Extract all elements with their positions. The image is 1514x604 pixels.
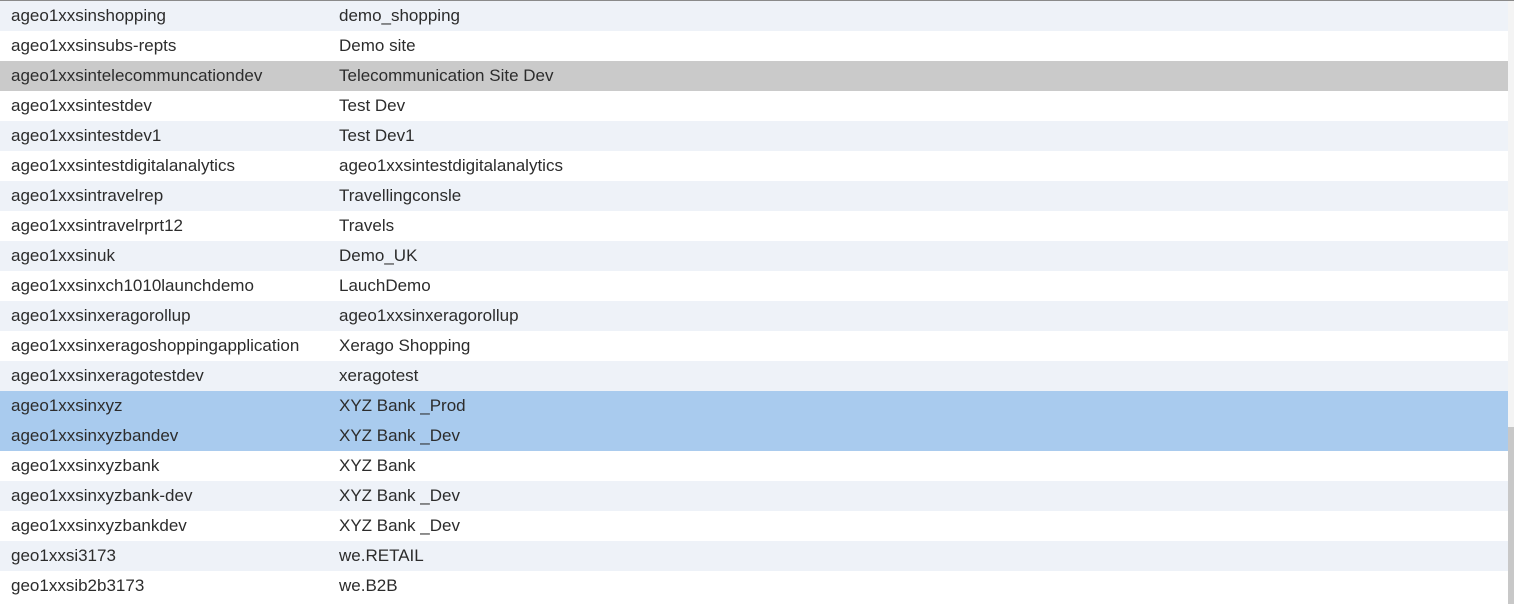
report-suite-id: ageo1xxsintestdev1 <box>11 126 162 145</box>
report-suite-id: ageo1xxsinxeragoshoppingapplication <box>11 336 300 355</box>
report-suite-id: ageo1xxsinuk <box>11 246 115 265</box>
report-suite-id: geo1xxsib2b3173 <box>11 576 145 595</box>
table-row[interactable]: ageo1xxsintravelrprt12 Travels <box>0 211 1508 241</box>
report-suite-id: ageo1xxsintelecommuncationdev <box>11 66 263 85</box>
table-row[interactable]: ageo1xxsintelecommuncationdev Telecommuni… <box>0 61 1508 91</box>
report-suite-id: geo1xxsi3173 <box>11 546 116 565</box>
report-suite-name: Travellingconsle <box>339 186 462 205</box>
report-suite-name: XYZ Bank _Dev <box>339 426 460 445</box>
report-suite-name: XYZ Bank <box>339 456 416 475</box>
report-suite-id: ageo1xxsinshopping <box>11 6 167 25</box>
table-row[interactable]: ageo1xxsinsubs-repts Demo site <box>0 31 1508 61</box>
report-suite-id: ageo1xxsinxyzbank <box>11 456 160 475</box>
report-suite-id: ageo1xxsinxyzbank-dev <box>11 486 193 505</box>
report-suite-name: Telecommunication Site Dev <box>339 66 554 85</box>
table-row[interactable]: ageo1xxsintestdev1 Test Dev1 <box>0 121 1508 151</box>
table-row[interactable]: ageo1xxsinshopping demo_shopping <box>0 1 1508 31</box>
table-row[interactable]: ageo1xxsinxyz XYZ Bank _Prod <box>0 391 1508 421</box>
report-suite-name: Test Dev <box>339 96 406 115</box>
table-row[interactable]: ageo1xxsintestdigitalanalytics ageo1xxsin… <box>0 151 1508 181</box>
table-row[interactable]: ageo1xxsinxyzbandev XYZ Bank _Dev <box>0 421 1508 451</box>
report-suite-name: demo_shopping <box>339 6 460 25</box>
report-suite-name: Xerago Shopping <box>339 336 471 355</box>
table-row[interactable]: ageo1xxsinxch1010launchdemo LauchDemo <box>0 271 1508 301</box>
table-row[interactable]: ageo1xxsinxeragotestdev xeragotest <box>0 361 1508 391</box>
scrollbar-thumb[interactable] <box>1508 427 1514 604</box>
report-suite-name: ageo1xxsinxeragorollup <box>339 306 519 325</box>
report-suite-name: LauchDemo <box>339 276 431 295</box>
report-suite-name: Travels <box>339 216 395 235</box>
report-suite-name: we.B2B <box>339 576 398 595</box>
report-suite-id: ageo1xxsinxch1010launchdemo <box>11 276 254 295</box>
report-suite-id: ageo1xxsinxeragorollup <box>11 306 191 325</box>
report-suite-list: ageo1xxsinshopping demo_shopping ageo1xxsi… <box>0 0 1514 604</box>
report-suite-name: Demo_UK <box>339 246 418 265</box>
report-suite-id: ageo1xxsinsubs-repts <box>11 36 177 55</box>
table-row[interactable]: geo1xxsi3173 we.RETAIL <box>0 541 1508 571</box>
report-suite-name: Demo site <box>339 36 416 55</box>
table-row[interactable]: ageo1xxsintestdev Test Dev <box>0 91 1508 121</box>
table-row[interactable]: ageo1xxsinxyzbank XYZ Bank <box>0 451 1508 481</box>
report-suite-name: XYZ Bank _Prod <box>339 396 466 415</box>
table-row[interactable]: ageo1xxsinxeragorollup ageo1xxsinxeragoro… <box>0 301 1508 331</box>
report-suite-name: xeragotest <box>339 366 419 385</box>
report-suite-id: ageo1xxsintravelrprt12 <box>11 216 183 235</box>
report-suite-id: ageo1xxsinxeragotestdev <box>11 366 204 385</box>
table-row[interactable]: ageo1xxsinxyzbankdev XYZ Bank _Dev <box>0 511 1508 541</box>
report-suite-name: XYZ Bank _Dev <box>339 486 460 505</box>
vertical-scrollbar[interactable] <box>1508 1 1514 604</box>
report-suite-name: ageo1xxsintestdigitalanalytics <box>339 156 563 175</box>
table-row[interactable]: ageo1xxsinxyzbank-dev XYZ Bank _Dev <box>0 481 1508 511</box>
report-suite-id: ageo1xxsintestdigitalanalytics <box>11 156 235 175</box>
table-row[interactable]: ageo1xxsintravelrep Travellingconsle <box>0 181 1508 211</box>
report-suite-id: ageo1xxsinxyzbandev <box>11 426 179 445</box>
report-suite-name: XYZ Bank _Dev <box>339 516 460 535</box>
report-suite-id: ageo1xxsintravelrep <box>11 186 164 205</box>
report-suite-id: ageo1xxsinxyz <box>11 396 123 415</box>
table-row[interactable]: ageo1xxsinxeragoshoppingapplication Xerag… <box>0 331 1508 361</box>
table-row[interactable]: ageo1xxsinuk Demo_UK <box>0 241 1508 271</box>
table-row[interactable]: geo1xxsib2b3173 we.B2B <box>0 571 1508 601</box>
report-suite-name: we.RETAIL <box>339 546 424 565</box>
report-suite-id: ageo1xxsinxyzbankdev <box>11 516 187 535</box>
report-suite-id: ageo1xxsintestdev <box>11 96 152 115</box>
report-suite-table: ageo1xxsinshopping demo_shopping ageo1xxsi… <box>0 1 1508 601</box>
report-suite-name: Test Dev1 <box>339 126 415 145</box>
